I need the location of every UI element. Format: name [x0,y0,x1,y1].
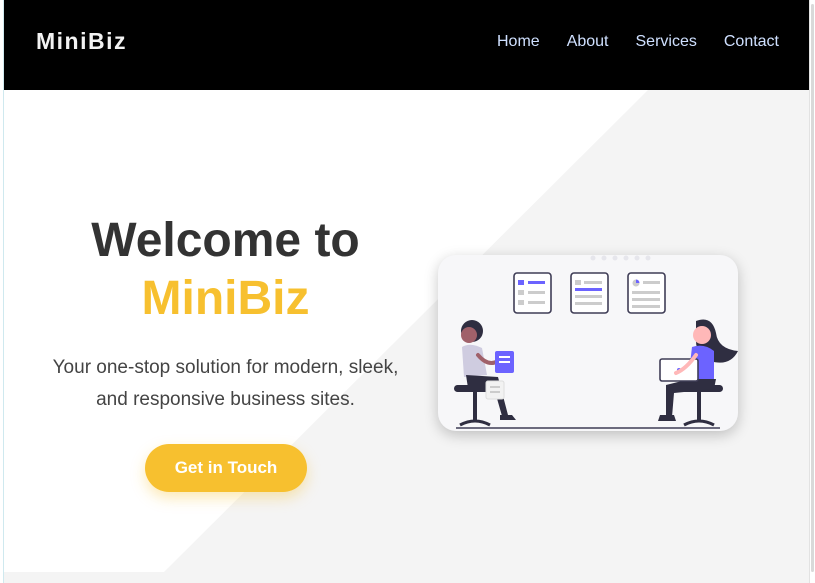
nav-link-home[interactable]: Home [497,33,540,51]
nav-link-contact[interactable]: Contact [724,33,779,51]
hero-subtitle-line2: and responsive business sites. [96,389,355,410]
hero-subtitle-line1: Your one-stop solution for modern, sleek… [52,357,399,378]
person-with-tablet-icon [454,320,516,427]
hero-title-brand: MiniBiz [141,272,310,325]
team-collaboration-illustration [438,255,738,431]
navbar: MiniBiz Home About Services Contact [4,0,809,90]
nav-links: Home About Services Contact [497,33,779,51]
nav-link-services[interactable]: Services [636,33,697,51]
brand-logo[interactable]: MiniBiz [36,28,127,55]
browser-viewport: MiniBiz Home About Services Contact Welc… [3,0,809,583]
hero-title-line1: Welcome to [91,214,360,267]
nav-link-about[interactable]: About [567,33,609,51]
document-icon [627,272,666,314]
person-with-laptop-icon [658,319,738,427]
document-icon [570,272,609,314]
get-in-touch-button[interactable]: Get in Touch [145,444,307,492]
document-icon [513,272,552,314]
hero-subtitle: Your one-stop solution for modern, sleek… [24,352,427,416]
hero-section: Welcome to MiniBiz Your one-stop solutio… [4,90,809,572]
hero-title: Welcome to MiniBiz [4,212,447,328]
scrollbar-thumb[interactable] [811,4,814,572]
section-divider [4,572,809,583]
